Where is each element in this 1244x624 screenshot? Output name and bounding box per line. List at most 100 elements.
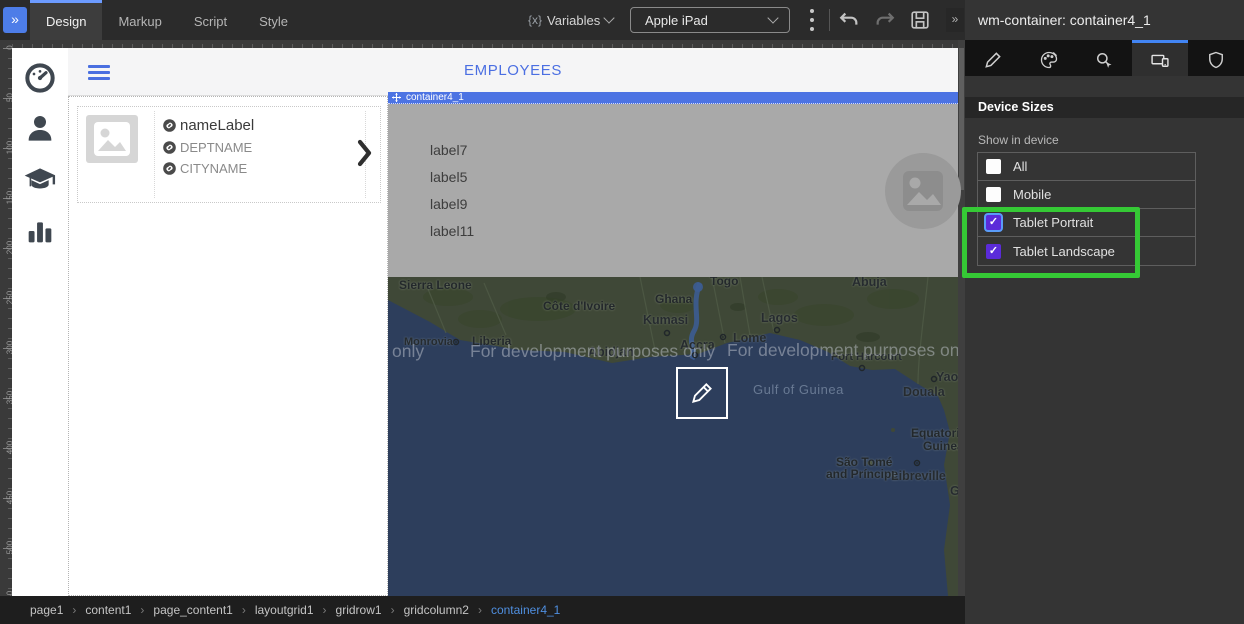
dept-label: DEPTNAME [180,140,252,155]
shield-icon [1206,50,1226,70]
variables-button[interactable]: {x} Variables [528,0,613,40]
dashboard-icon[interactable] [24,62,56,94]
map-label: Côte d'Ivoire [543,299,615,313]
map-label: Ghana [655,292,692,306]
collapse-left-panel-button[interactable]: » [3,7,27,33]
map-label: only [392,341,424,362]
designer-tab-design[interactable]: Design [30,0,102,40]
inspector-tab-bar [965,40,1244,76]
map-label: For development purposes only [727,340,958,361]
designer-tab-script[interactable]: Script [178,0,243,40]
city-label-row: CITYNAME [163,161,365,176]
variables-x-icon: {x} [528,13,542,27]
container-label[interactable]: label7 [430,142,467,158]
save-button[interactable] [908,9,932,31]
device-option-label: Tablet Landscape [1013,244,1115,259]
variables-label: Variables [547,13,600,28]
container-label[interactable]: label11 [430,223,474,239]
map-label: and Príncipe [826,467,898,481]
breadcrumb-separator: › [242,603,246,617]
chevron-down-icon [767,12,778,23]
breadcrumb-item[interactable]: gridrow1 [336,603,382,617]
device-option-label: Tablet Portrait [1013,215,1093,230]
checkbox[interactable] [986,215,1001,230]
breadcrumb-item[interactable]: content1 [85,603,131,617]
redo-button[interactable] [872,9,898,31]
bind-icon [163,162,176,175]
breadcrumb-item[interactable]: page_content1 [153,603,232,617]
employee-card-fields: nameLabel DEPTNAME [154,111,366,198]
checkbox[interactable] [986,159,1001,174]
map-label: Sierra Leone [399,278,472,292]
design-canvas: EMPLOYEES [12,48,958,596]
breadcrumb-item[interactable]: layoutgrid1 [255,603,314,617]
breadcrumb-item[interactable]: gridcolumn2 [404,603,469,617]
breadcrumb-separator: › [72,603,76,617]
breadcrumb-current[interactable]: container4_1 [491,603,560,617]
toolbar-divider [829,9,830,31]
page-title: EMPLOYEES [68,62,958,79]
breadcrumb-separator: › [391,603,395,617]
bind-icon [163,141,176,154]
devices-icon [1149,50,1171,70]
container4-1-widget[interactable]: label7 label5 label9 label11 [388,104,958,277]
city-label: CITYNAME [180,161,247,176]
device-option-all[interactable]: All [978,153,1195,181]
designer-tab-style[interactable]: Style [243,0,304,40]
breadcrumb-item[interactable]: page1 [30,603,63,617]
device-option-mobile[interactable]: Mobile [978,181,1195,209]
undo-button[interactable] [836,9,862,31]
map-edit-button[interactable] [676,367,728,419]
user-icon[interactable] [24,112,56,144]
horizontal-ruler [12,40,958,48]
map-label: Yaou [936,370,958,384]
container-label[interactable]: label5 [430,169,467,185]
designer-tab-markup[interactable]: Markup [102,0,177,40]
checkbox[interactable] [986,187,1001,202]
vertical-ruler: 050100150200250300350400450500550 [0,40,12,596]
map-label: Equatorial [911,426,958,440]
bar-chart-icon[interactable] [24,215,56,247]
move-icon [392,93,401,102]
checkbox[interactable] [986,244,1001,259]
bind-icon [163,119,176,132]
pencil-icon [689,380,715,406]
chevron-down-icon [604,12,615,23]
palette-icon [1039,50,1059,70]
employee-list-item[interactable]: nameLabel DEPTNAME [77,106,381,203]
designer-tab-bar: DesignMarkupScriptStyle [30,0,304,40]
device-option-tablet-landscape[interactable]: Tablet Landscape [978,237,1195,265]
canvas-scrollbar[interactable] [958,40,965,596]
tab-properties[interactable] [965,40,1021,76]
map-label: Gulf of Guinea [753,382,844,397]
breadcrumb: page1 › content1 › page_content1 › layoutgrid1… [0,596,965,624]
tab-events[interactable] [1077,40,1133,76]
employee-list-panel: nameLabel DEPTNAME [68,96,388,596]
image-placeholder-icon [86,115,138,163]
more-options-button[interactable] [806,9,818,31]
wavemaker-studio: » DesignMarkupScriptStyle {x} Variables … [0,0,1244,624]
device-preview-select[interactable]: Apple iPad [630,7,790,33]
map-label: For development purposes only [470,341,715,362]
tab-security[interactable] [1188,40,1244,76]
breadcrumb-separator: › [323,603,327,617]
tab-styles[interactable] [1021,40,1077,76]
map-label: Kumasi [643,313,688,327]
app-left-nav [12,48,68,596]
selected-widget-tag[interactable]: container4_1 [388,92,958,104]
top-toolbar: » DesignMarkupScriptStyle {x} Variables … [0,0,965,40]
collapse-right-panel-button[interactable]: » [946,8,964,32]
map-widget[interactable]: Sierra LeoneCôte d'IvoireGhanaTogoLiberi… [388,277,958,596]
education-icon[interactable] [24,163,56,195]
container-label[interactable]: label9 [430,196,467,212]
device-sizes-section-header: Device Sizes [965,97,1244,118]
map-label: Ga [950,484,958,498]
map-label: Lagos [761,311,798,325]
chevron-right-icon [357,139,372,172]
tab-device-sizes[interactable] [1132,40,1188,76]
map-label: Guinea [923,439,958,453]
device-option-tablet-portrait[interactable]: Tablet Portrait [978,209,1195,237]
image-placeholder-icon [884,152,962,230]
search-pointer-icon [1094,50,1114,70]
breadcrumb-separator: › [478,603,482,617]
